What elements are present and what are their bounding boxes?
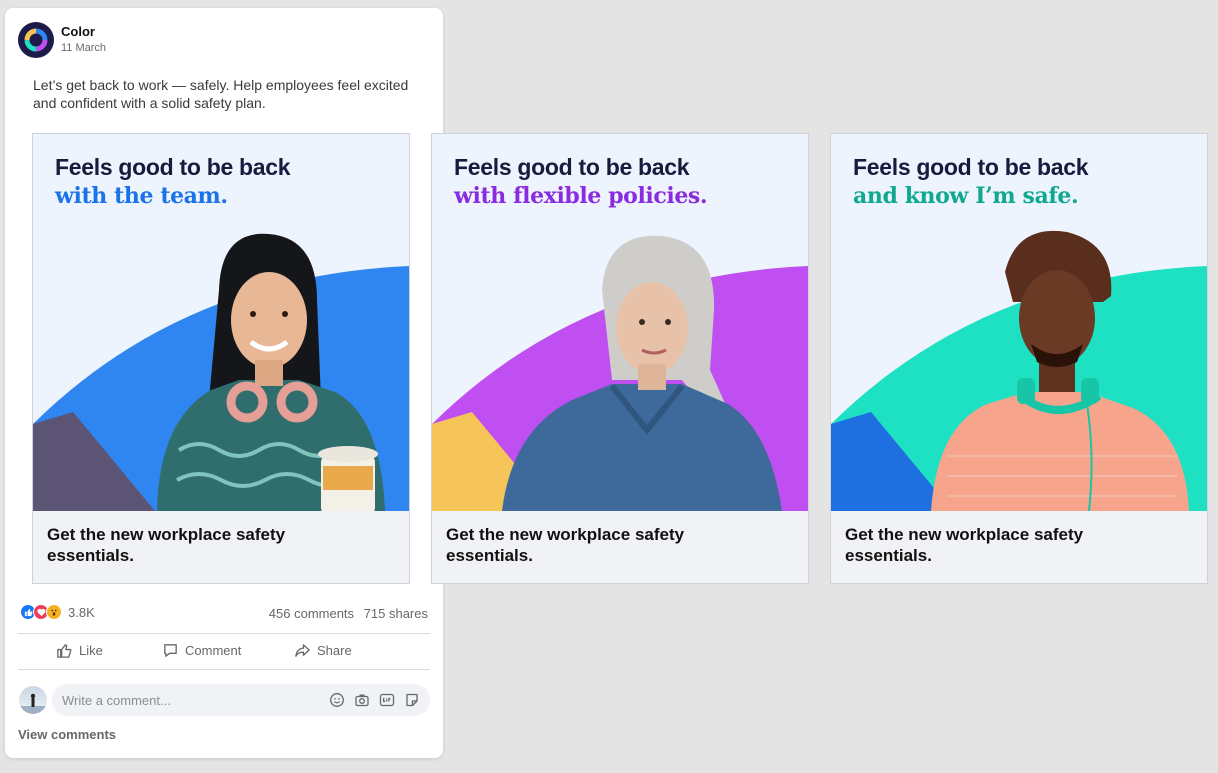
card-headline: Feels good to be back (853, 154, 1089, 180)
person-silhouette-icon (19, 693, 47, 714)
divider (18, 633, 430, 634)
sticker-icon[interactable] (404, 692, 420, 708)
card-headline: Feels good to be back (454, 154, 690, 180)
emoji-icon[interactable] (329, 692, 345, 708)
post-date[interactable]: 11 March (61, 42, 106, 54)
comment-box (52, 684, 430, 716)
gif-icon[interactable] (379, 692, 395, 708)
shares-count[interactable]: 715 shares (364, 606, 428, 621)
share-icon (295, 644, 310, 657)
like-label: Like (79, 643, 103, 658)
card-subheadline: and know I’m safe. (853, 183, 1079, 209)
post-stats: 456 comments 715 shares (269, 606, 428, 621)
woman-photo (157, 233, 385, 511)
share-button[interactable]: Share (294, 642, 352, 659)
reactions-count: 3.8K (68, 604, 95, 620)
card-media: Feels good to be back and know I’m safe. (831, 134, 1207, 511)
reactions-summary[interactable]: 3.8K (20, 604, 95, 620)
camera-icon[interactable] (354, 692, 370, 708)
card-headline: Feels good to be back (55, 154, 291, 180)
thumbs-up-icon (57, 644, 72, 658)
like-button[interactable]: Like (56, 642, 103, 659)
page-name[interactable]: Color (61, 24, 95, 39)
carousel-card-3[interactable]: Feels good to be back and know I’m safe.… (830, 133, 1208, 584)
card-subheadline: with flexible policies. (454, 183, 708, 209)
comments-count[interactable]: 456 comments (269, 606, 354, 621)
carousel-card-2[interactable]: Feels good to be back with flexible poli… (431, 133, 809, 584)
man-photo (931, 230, 1189, 511)
post-caption: Let’s get back to work — safely. Help em… (33, 77, 409, 111)
divider (18, 669, 430, 670)
user-avatar[interactable] (19, 686, 47, 714)
card-cta: Get the new workplace safety essentials. (47, 525, 286, 565)
card-cta: Get the new workplace safety essentials. (446, 525, 685, 565)
wow-reaction-icon (46, 604, 62, 620)
card-subheadline: with the team. (55, 183, 228, 209)
comment-label: Comment (185, 643, 242, 658)
color-logo-icon (24, 28, 48, 52)
comment-icon (164, 644, 177, 657)
card-media: Feels good to be back with flexible poli… (432, 134, 808, 511)
card-media: Feels good to be back with the team. (33, 134, 409, 511)
page-avatar[interactable] (18, 22, 54, 58)
comment-button[interactable]: Comment (162, 642, 241, 659)
carousel-card-1[interactable]: Feels good to be back with the team. Get… (32, 133, 410, 584)
comment-input[interactable] (62, 684, 312, 716)
share-label: Share (317, 643, 352, 658)
woman-photo (502, 235, 782, 511)
view-comments-link[interactable]: View comments (18, 727, 116, 742)
card-cta: Get the new workplace safety essentials. (845, 525, 1084, 565)
